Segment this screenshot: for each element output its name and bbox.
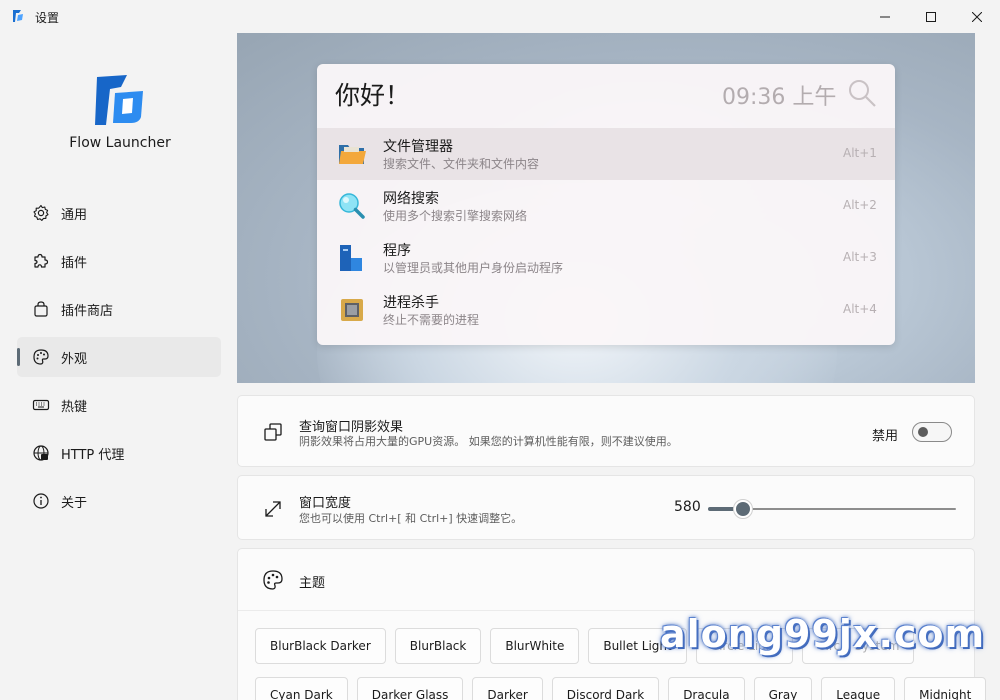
theme-option[interactable]: League — [821, 677, 896, 700]
window-title: 设置 — [35, 11, 60, 25]
result-title: 进程杀手 — [383, 295, 439, 311]
maximize-icon — [926, 11, 936, 22]
sidebar-item-hotkeys[interactable]: 热键 — [17, 385, 221, 425]
sidebar-item-label: HTTP 代理 — [61, 447, 125, 463]
slider-track-rest — [742, 508, 956, 510]
flow-launcher-logo-icon — [95, 75, 143, 125]
theme-option[interactable]: BlurBlack Darker — [255, 628, 386, 664]
palette-icon — [263, 570, 283, 590]
result-subtitle: 终止不需要的进程 — [383, 313, 480, 327]
brand-name: Flow Launcher — [69, 135, 171, 151]
divider — [238, 610, 974, 611]
gear-icon — [32, 204, 50, 222]
maximize-button[interactable] — [908, 0, 954, 33]
query-text: 你好！ — [335, 81, 411, 110]
resize-diagonal-icon — [265, 501, 281, 517]
window-width-card: 窗口宽度 您也可以使用 Ctrl+[ 和 Ctrl+] 快速调整它。 580 — [237, 475, 975, 540]
sidebar-item-label: 插件商店 — [61, 303, 114, 319]
theme-option[interactable]: Midnight — [904, 677, 987, 700]
folder-icon — [339, 145, 366, 164]
sidebar-nav: 通用 插件 插件商店 外观 热键 HTTP 代理 关于 — [17, 193, 221, 529]
info-icon — [32, 492, 50, 510]
theme-option[interactable]: Cyan Dark — [255, 677, 348, 700]
theme-option[interactable]: Darker Glass — [356, 677, 464, 700]
result-subtitle: 使用多个搜索引擎搜索网络 — [383, 209, 528, 223]
window-width-value: 580 — [674, 499, 701, 515]
flow-launcher-icon — [13, 10, 23, 22]
window-width-title: 窗口宽度 — [299, 496, 352, 511]
cpu-icon — [341, 299, 363, 321]
sidebar-item-general[interactable]: 通用 — [17, 193, 221, 233]
result-item: 程序 以管理员或其他用户身份启动程序 Alt+3 — [317, 232, 895, 284]
shadow-effect-card: 查询窗口阴影效果 阴影效果将占用大量的GPU资源。 如果您的计算机性能有限，则不… — [237, 395, 975, 467]
sidebar-item-appearance[interactable]: 外观 — [17, 337, 221, 377]
palette-icon — [32, 348, 50, 366]
theme-option[interactable]: Discord Dark — [551, 677, 660, 700]
close-button[interactable] — [954, 0, 1000, 33]
shadow-effect-description: 阴影效果将占用大量的GPU资源。 如果您的计算机性能有限，则不建议使用。 — [299, 435, 678, 448]
title-bar: 设置 — [0, 0, 1000, 33]
program-icon — [340, 245, 362, 271]
minimize-button[interactable] — [862, 0, 908, 33]
sidebar-item-label: 外观 — [61, 351, 88, 367]
theme-option[interactable]: Darker — [472, 677, 543, 700]
result-hotkey: Alt+2 — [843, 198, 877, 212]
minimize-icon — [880, 16, 890, 17]
slider-thumb[interactable] — [732, 499, 753, 519]
theme-option[interactable]: BlurBlack — [394, 628, 482, 664]
window-width-description: 您也可以使用 Ctrl+[ 和 Ctrl+] 快速调整它。 — [299, 512, 523, 525]
sidebar-item-about[interactable]: 关于 — [17, 481, 221, 521]
sidebar-item-plugin-store[interactable]: 插件商店 — [17, 289, 221, 329]
result-subtitle: 搜索文件、文件夹和文件内容 — [383, 157, 540, 171]
globe-icon — [32, 444, 50, 462]
theme-title: 主题 — [299, 576, 326, 591]
search-icon — [849, 80, 876, 107]
clock-text: 09:36 上午 — [722, 85, 837, 110]
result-hotkey: Alt+4 — [843, 302, 877, 316]
toggle-knob — [918, 427, 928, 437]
result-title: 网络搜索 — [383, 191, 439, 207]
puzzle-icon — [32, 252, 50, 270]
sidebar-item-label: 关于 — [61, 495, 88, 511]
sidebar-item-label: 通用 — [61, 207, 88, 223]
theme-preview: 你好！ 09:36 上午 文件管理器 搜索文件、文件夹和文件内容 Alt+1 网… — [237, 33, 975, 383]
close-icon — [972, 11, 982, 22]
result-item: 文件管理器 搜索文件、文件夹和文件内容 Alt+1 — [317, 128, 895, 180]
watermark: along99jx.com — [660, 612, 986, 656]
result-item: 进程杀手 终止不需要的进程 Alt+4 — [317, 284, 895, 336]
theme-option[interactable]: Dracula — [668, 677, 745, 700]
result-title: 程序 — [383, 243, 411, 259]
result-hotkey: Alt+3 — [843, 250, 877, 264]
window-width-slider[interactable] — [708, 499, 956, 519]
keyboard-icon — [32, 396, 50, 414]
shopping-bag-icon — [32, 300, 50, 318]
sidebar-item-plugins[interactable]: 插件 — [17, 241, 221, 281]
launcher-preview-window: 你好！ 09:36 上午 文件管理器 搜索文件、文件夹和文件内容 Alt+1 网… — [317, 64, 895, 345]
window-shadow-icon — [264, 423, 282, 441]
result-title: 文件管理器 — [383, 139, 453, 155]
result-subtitle: 以管理员或其他用户身份启动程序 — [383, 261, 564, 275]
sidebar-item-http-proxy[interactable]: HTTP 代理 — [17, 433, 221, 473]
sidebar: Flow Launcher 通用 插件 插件商店 外观 热键 HTTP 代理 关… — [0, 33, 237, 700]
shadow-toggle-label: 禁用 — [872, 429, 899, 444]
result-hotkey: Alt+1 — [843, 146, 877, 160]
sidebar-item-label: 插件 — [61, 255, 88, 271]
theme-option[interactable]: Gray — [753, 677, 813, 700]
shadow-effect-toggle[interactable] — [912, 422, 952, 442]
theme-option[interactable]: BlurWhite — [490, 628, 580, 664]
magnifier-icon — [339, 193, 365, 219]
result-item: 网络搜索 使用多个搜索引擎搜索网络 Alt+2 — [317, 180, 895, 232]
theme-row: Cyan Dark Darker Glass Darker Discord Da… — [255, 677, 987, 700]
sidebar-item-label: 热键 — [61, 399, 88, 415]
